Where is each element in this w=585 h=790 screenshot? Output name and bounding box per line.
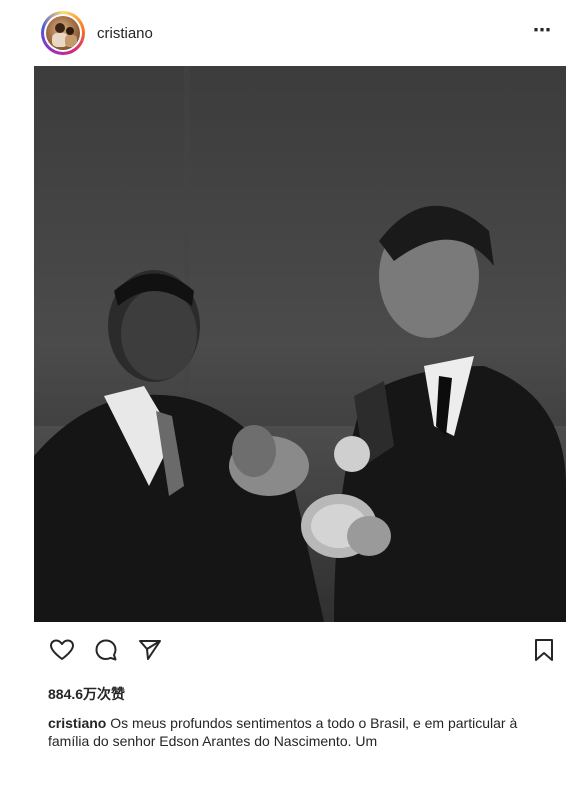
post-caption: cristiano Os meus profundos sentimentos … (48, 714, 548, 750)
avatar-photo (46, 16, 80, 50)
bookmark-icon[interactable] (530, 636, 558, 664)
send-icon[interactable] (136, 636, 164, 664)
more-options-icon[interactable]: ⋯ (533, 20, 552, 41)
avatar-frame (44, 14, 82, 52)
heart-icon[interactable] (48, 636, 76, 664)
post-photo[interactable] (34, 66, 566, 622)
caption-text: Os meus profundos sentimentos a todo o B… (48, 715, 518, 749)
avatar-figure-icon (52, 23, 77, 47)
avatar[interactable] (41, 11, 85, 55)
comment-icon[interactable] (92, 636, 120, 664)
post-actions (34, 636, 566, 670)
post-username[interactable]: cristiano (97, 25, 153, 42)
instagram-post: cristiano ⋯ 884.6万次赞 cristiano Os meus p… (34, 0, 566, 790)
likes-count[interactable]: 884.6万次赞 (48, 684, 125, 704)
photo-illustration (34, 66, 566, 622)
post-header: cristiano ⋯ (34, 8, 566, 58)
caption-username[interactable]: cristiano (48, 715, 106, 731)
